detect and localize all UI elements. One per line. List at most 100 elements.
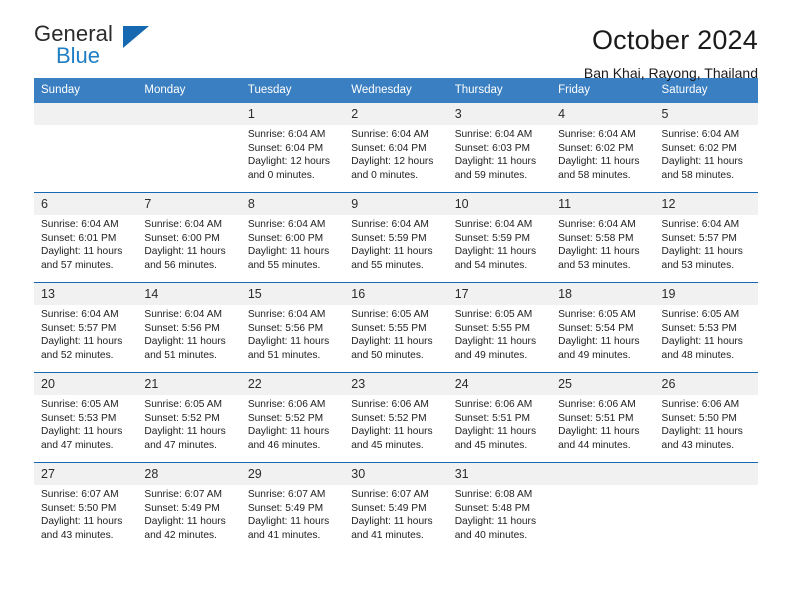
day-cell[interactable]: Sunrise: 6:07 AM Sunset: 5:49 PM Daylight:… (137, 485, 240, 552)
day-number[interactable]: 9 (344, 193, 447, 215)
day-cell[interactable]: Sunrise: 6:04 AM Sunset: 6:03 PM Daylight:… (448, 125, 551, 192)
day-cell[interactable]: Sunrise: 6:05 AM Sunset: 5:53 PM Daylight:… (34, 395, 137, 462)
daylight-text: Daylight: 11 hours (351, 516, 433, 528)
daylight-text-cont: and 43 minutes. (661, 439, 735, 451)
day-number[interactable]: 16 (344, 283, 447, 305)
day-number-empty (137, 103, 240, 125)
day-cell[interactable]: Sunrise: 6:06 AM Sunset: 5:52 PM Daylight:… (241, 395, 344, 462)
day-number[interactable]: 29 (241, 463, 344, 485)
day-cell[interactable]: Sunrise: 6:06 AM Sunset: 5:51 PM Daylight:… (448, 395, 551, 462)
daylight-text-cont: and 41 minutes. (351, 529, 424, 541)
day-number[interactable]: 10 (448, 193, 551, 215)
day-number[interactable]: 24 (448, 373, 551, 395)
day-number[interactable]: 17 (448, 283, 551, 305)
day-cell[interactable]: Sunrise: 6:04 AM Sunset: 6:01 PM Daylight:… (34, 215, 137, 282)
day-cell[interactable]: Sunrise: 6:04 AM Sunset: 5:59 PM Daylight:… (448, 215, 551, 282)
day-cell[interactable]: Sunrise: 6:04 AM Sunset: 6:00 PM Daylight:… (241, 215, 344, 282)
day-number[interactable]: 31 (448, 463, 551, 485)
day-cell[interactable]: Sunrise: 6:04 AM Sunset: 5:56 PM Daylight:… (137, 305, 240, 372)
sunset-text: Sunset: 6:02 PM (558, 142, 634, 154)
day-cell[interactable]: Sunrise: 6:05 AM Sunset: 5:55 PM Daylight:… (448, 305, 551, 372)
day-cell[interactable]: Sunrise: 6:06 AM Sunset: 5:51 PM Daylight:… (551, 395, 654, 462)
day-cell[interactable]: Sunrise: 6:07 AM Sunset: 5:49 PM Daylight:… (344, 485, 447, 552)
sunset-text: Sunset: 5:50 PM (661, 412, 737, 424)
day-number[interactable]: 20 (34, 373, 137, 395)
day-number[interactable]: 14 (137, 283, 240, 305)
daylight-text-cont: and 45 minutes. (454, 439, 528, 451)
sunrise-text: Sunrise: 6:04 AM (41, 309, 119, 320)
day-number[interactable]: 12 (655, 193, 758, 215)
day-number[interactable]: 21 (137, 373, 240, 395)
calendar-week-row: 1 2 3 4 5 Sunrise: 6:04 AM Sunset: 6:04 PM Dayl… (34, 103, 758, 192)
sunset-text: Sunset: 6:01 PM (41, 232, 117, 244)
sunrise-text: Sunrise: 6:06 AM (454, 399, 533, 410)
sunrise-text: Sunrise: 6:04 AM (247, 309, 326, 320)
day-cell[interactable]: Sunrise: 6:04 AM Sunset: 5:57 PM Daylight:… (655, 215, 758, 282)
day-number[interactable]: 7 (137, 193, 240, 215)
sunrise-text: Sunrise: 6:04 AM (351, 219, 429, 230)
day-number-empty (34, 103, 137, 125)
day-number[interactable]: 3 (448, 103, 551, 125)
sunset-text: Sunset: 6:02 PM (661, 142, 737, 154)
sunrise-text: Sunrise: 6:07 AM (351, 489, 429, 500)
sunrise-text: Sunrise: 6:05 AM (144, 399, 223, 410)
day-cell[interactable]: Sunrise: 6:06 AM Sunset: 5:52 PM Daylight:… (344, 395, 447, 462)
day-cell[interactable]: Sunrise: 6:04 AM Sunset: 5:58 PM Daylight:… (551, 215, 654, 282)
day-number[interactable]: 15 (241, 283, 344, 305)
day-cell[interactable]: Sunrise: 6:04 AM Sunset: 5:56 PM Daylight:… (241, 305, 344, 372)
day-cell[interactable]: Sunrise: 6:05 AM Sunset: 5:53 PM Daylight:… (655, 305, 758, 372)
day-cell[interactable]: Sunrise: 6:05 AM Sunset: 5:54 PM Daylight:… (551, 305, 654, 372)
day-cell[interactable]: Sunrise: 6:08 AM Sunset: 5:48 PM Daylight:… (448, 485, 551, 552)
sunset-text: Sunset: 5:53 PM (661, 322, 737, 334)
day-cell[interactable]: Sunrise: 6:07 AM Sunset: 5:49 PM Daylight:… (241, 485, 344, 552)
day-cell[interactable]: Sunrise: 6:04 AM Sunset: 6:04 PM Daylight:… (241, 125, 344, 192)
sunset-text: Sunset: 5:55 PM (351, 322, 427, 334)
day-cell[interactable]: Sunrise: 6:07 AM Sunset: 5:50 PM Daylight:… (34, 485, 137, 552)
day-number[interactable]: 19 (655, 283, 758, 305)
day-number[interactable]: 2 (344, 103, 447, 125)
day-number[interactable]: 13 (34, 283, 137, 305)
day-cell[interactable]: Sunrise: 6:04 AM Sunset: 6:02 PM Daylight:… (655, 125, 758, 192)
sunset-text: Sunset: 5:57 PM (661, 232, 737, 244)
day-number[interactable]: 23 (344, 373, 447, 395)
day-cell[interactable]: Sunrise: 6:05 AM Sunset: 5:52 PM Daylight:… (137, 395, 240, 462)
day-number[interactable]: 25 (551, 373, 654, 395)
day-cell[interactable]: Sunrise: 6:04 AM Sunset: 5:57 PM Daylight:… (34, 305, 137, 372)
day-number[interactable]: 22 (241, 373, 344, 395)
day-number[interactable]: 26 (655, 373, 758, 395)
logo-triangle-icon (123, 26, 149, 48)
day-cell[interactable]: Sunrise: 6:05 AM Sunset: 5:55 PM Daylight:… (344, 305, 447, 372)
day-number[interactable]: 8 (241, 193, 344, 215)
day-cell-empty (137, 125, 240, 192)
daylight-text: Daylight: 11 hours (661, 156, 743, 168)
sunrise-text: Sunrise: 6:05 AM (454, 309, 533, 320)
day-number[interactable]: 27 (34, 463, 137, 485)
daylight-text: Daylight: 11 hours (454, 246, 537, 258)
sunset-text: Sunset: 5:52 PM (351, 412, 427, 424)
day-cell[interactable]: Sunrise: 6:06 AM Sunset: 5:50 PM Daylight:… (655, 395, 758, 462)
daylight-text: Daylight: 11 hours (558, 426, 640, 438)
sunrise-text: Sunrise: 6:04 AM (454, 219, 533, 230)
daylight-text: Daylight: 11 hours (247, 246, 330, 258)
day-number[interactable]: 5 (655, 103, 758, 125)
day-cell[interactable]: Sunrise: 6:04 AM Sunset: 5:59 PM Daylight:… (344, 215, 447, 282)
day-cell[interactable]: Sunrise: 6:04 AM Sunset: 6:04 PM Daylight:… (344, 125, 447, 192)
daylight-text: Daylight: 11 hours (144, 426, 226, 438)
day-number[interactable]: 1 (241, 103, 344, 125)
day-number[interactable]: 28 (137, 463, 240, 485)
sunset-text: Sunset: 6:00 PM (247, 232, 324, 244)
day-number[interactable]: 4 (551, 103, 654, 125)
daylight-text: Daylight: 11 hours (41, 516, 123, 528)
sunrise-text: Sunrise: 6:07 AM (41, 489, 119, 500)
sunset-text: Sunset: 5:50 PM (41, 502, 117, 514)
day-number[interactable]: 6 (34, 193, 137, 215)
day-number[interactable]: 18 (551, 283, 654, 305)
daylight-text-cont: and 41 minutes. (247, 529, 321, 541)
day-cell[interactable]: Sunrise: 6:04 AM Sunset: 6:00 PM Daylight:… (137, 215, 240, 282)
day-number[interactable]: 11 (551, 193, 654, 215)
daylight-text: Daylight: 11 hours (41, 246, 123, 258)
day-number[interactable]: 30 (344, 463, 447, 485)
daylight-text-cont: and 49 minutes. (558, 349, 631, 361)
day-cell[interactable]: Sunrise: 6:04 AM Sunset: 6:02 PM Daylight:… (551, 125, 654, 192)
daylight-text: Daylight: 11 hours (247, 336, 330, 348)
